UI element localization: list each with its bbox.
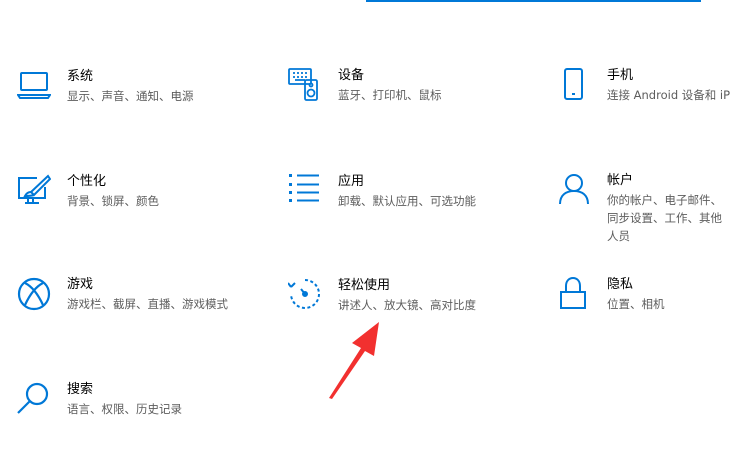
search-icon [17, 382, 51, 416]
tile-title: 手机 [607, 68, 634, 83]
tile-title: 轻松使用 [338, 278, 391, 293]
tile-title: 游戏 [67, 277, 94, 292]
tile-description: 背景、锁屏、颜色 [67, 194, 159, 208]
tile-description: 卸载、默认应用、可选功能 [338, 194, 476, 208]
settings-tile-privacy[interactable]: 隐私 位置、相机 [557, 277, 733, 349]
settings-tile-personalization[interactable]: 个性化 背景、锁屏、颜色 [17, 174, 217, 246]
phone-icon [557, 68, 591, 102]
settings-tile-gaming[interactable]: 游戏 游戏栏、截屏、直播、游戏模式 [17, 277, 228, 349]
tile-title: 设备 [338, 68, 365, 83]
app-list-icon [288, 174, 322, 208]
keyboard-speaker-icon [288, 68, 322, 102]
tile-description: 游戏栏、截屏、直播、游戏模式 [67, 297, 228, 311]
settings-tile-devices[interactable]: 设备 蓝牙、打印机、鼠标 [288, 68, 488, 140]
settings-tile-search[interactable]: 搜索 语言、权限、历史记录 [17, 382, 217, 454]
tile-title: 帐户 [607, 173, 634, 188]
person-icon [557, 173, 591, 207]
tile-description: 显示、声音、通知、电源 [67, 89, 194, 103]
paintbrush-monitor-icon [17, 174, 51, 208]
tile-title: 隐私 [607, 277, 634, 292]
tile-description: 语言、权限、历史记录 [67, 402, 182, 416]
tile-description: 讲述人、放大镜、高对比度 [338, 298, 476, 312]
tile-title: 个性化 [67, 174, 107, 189]
xbox-icon [17, 277, 51, 311]
settings-tile-ease-of-access[interactable]: 轻松使用 讲述人、放大镜、高对比度 [288, 278, 488, 350]
tile-description: 蓝牙、打印机、鼠标 [338, 88, 442, 102]
settings-tile-apps[interactable]: 应用 卸载、默认应用、可选功能 [288, 174, 488, 246]
laptop-icon [17, 69, 51, 103]
tile-description: 连接 Android 设备和 iP [607, 88, 731, 102]
tile-title: 应用 [338, 174, 365, 189]
ease-of-access-icon [288, 278, 322, 312]
tile-title: 搜索 [67, 382, 94, 397]
lock-icon [557, 277, 591, 311]
settings-tile-accounts[interactable]: 帐户 你的帐户、电子邮件、同步设置、工作、其他人员 [557, 173, 733, 245]
settings-tile-phone[interactable]: 手机 连接 Android 设备和 iP [557, 68, 733, 140]
settings-tile-system[interactable]: 系统 显示、声音、通知、电源 [17, 69, 217, 141]
search-box-underline [366, 0, 701, 2]
tile-title: 系统 [67, 69, 94, 84]
tile-description: 你的帐户、电子邮件、同步设置、工作、其他人员 [607, 193, 722, 243]
tile-description: 位置、相机 [607, 297, 665, 311]
